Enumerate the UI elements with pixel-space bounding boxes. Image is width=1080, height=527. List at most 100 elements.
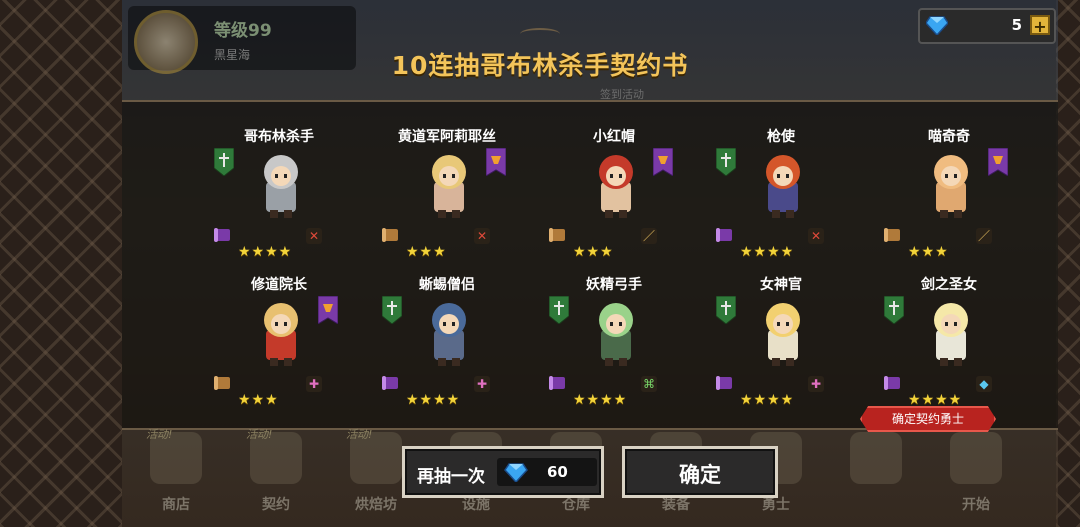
warrior-shield-icon — [549, 296, 569, 324]
warrior-shield-icon — [716, 148, 736, 176]
left-lattice-border — [0, 0, 122, 527]
mage-banner-icon — [988, 148, 1008, 176]
nav-item[interactable]: 活动! 商店 — [130, 426, 222, 527]
warrior-shield-icon — [214, 148, 234, 176]
hero-sprite — [432, 155, 466, 218]
player-name: 黑星海 — [214, 48, 251, 62]
gem-icon: ◆ — [976, 376, 992, 392]
player-level: 等级99 — [214, 21, 272, 41]
diamond-counter: 5 + — [918, 8, 1056, 44]
hero-card[interactable]: 蜥蜴僧侣 ✚ ★★★★ — [382, 274, 512, 424]
hero-card[interactable]: 修道院长 ✚ ★★★ — [214, 274, 344, 424]
brown-scroll-icon — [214, 376, 230, 390]
star-rating: ★★★★ — [908, 392, 963, 408]
title-ornament — [520, 28, 560, 40]
star-rating: ★★★★ — [406, 392, 461, 408]
sword-icon: ✕ — [474, 228, 490, 244]
warrior-shield-icon — [716, 296, 736, 324]
hero-sprite — [599, 303, 633, 366]
star-rating: ★★★★ — [573, 392, 628, 408]
purple-scroll-icon — [884, 376, 900, 390]
hero-name: 喵奇奇 — [928, 129, 970, 145]
purple-scroll-icon — [716, 228, 732, 242]
star-rating: ★★★ — [406, 244, 447, 260]
hero-name: 枪使 — [767, 129, 795, 145]
wand-icon: ／ — [641, 228, 657, 244]
hero-card[interactable]: 哥布林杀手 ✕ ★★★★ — [214, 126, 344, 276]
healer-icon: ✚ — [306, 376, 322, 392]
star-rating: ★★★★ — [238, 244, 293, 260]
hero-name: 妖精弓手 — [586, 277, 642, 293]
nav-hot-label: 活动! — [346, 428, 373, 441]
brown-scroll-icon — [884, 228, 900, 242]
hero-sprite — [599, 155, 633, 218]
add-diamond-button[interactable]: + — [1030, 15, 1050, 36]
avatar[interactable] — [134, 10, 198, 74]
hero-card[interactable]: 小红帽 ／ ★★★ — [549, 126, 679, 276]
sword-icon: ✕ — [808, 228, 824, 244]
nav-icon — [850, 432, 902, 484]
healer-icon: ✚ — [808, 376, 824, 392]
hero-name: 修道院长 — [251, 277, 307, 293]
diamond-icon — [926, 16, 948, 35]
purple-scroll-icon — [214, 228, 230, 242]
hero-sprite — [264, 155, 298, 218]
nav-item[interactable]: 开始 — [930, 426, 1022, 527]
diamond-icon — [504, 463, 528, 482]
hero-name: 蜥蜴僧侣 — [419, 277, 475, 293]
hero-sprite — [264, 303, 298, 366]
confirm-label: 确定 — [679, 463, 721, 487]
hero-card[interactable]: 剑之圣女 ◆ ★★★★ — [884, 274, 1014, 424]
hero-name: 女神官 — [760, 277, 802, 293]
mage-banner-icon — [653, 148, 673, 176]
wand-icon: ／ — [976, 228, 992, 244]
nav-label: 契约 — [262, 497, 290, 513]
hero-sprite — [934, 303, 968, 366]
star-rating: ★★★ — [908, 244, 949, 260]
hero-name: 小红帽 — [593, 129, 635, 145]
hero-name: 黄道军阿莉耶丝 — [398, 129, 496, 145]
draw-cost: 60 — [497, 458, 597, 486]
sword-icon: ✕ — [306, 228, 322, 244]
confirm-button[interactable]: 确定 — [622, 446, 778, 498]
hero-card[interactable]: 女神官 ✚ ★★★★ — [716, 274, 846, 424]
hero-sprite — [432, 303, 466, 366]
hero-card[interactable]: 枪使 ✕ ★★★★ — [716, 126, 846, 276]
draw-again-button[interactable]: 再抽一次 60 — [402, 446, 604, 498]
results-panel: 哥布林杀手 ✕ ★★★★ 黄道军阿莉耶丝 ✕ ★★★ 小红帽 ／ ★★★ 枪使 ✕ ★★★★ 喵奇奇 ／ ★… — [122, 100, 1058, 430]
warrior-shield-icon — [884, 296, 904, 324]
draw-cost-value: 60 — [547, 463, 568, 481]
bow-icon: ⌘ — [641, 376, 657, 392]
nav-item[interactable] — [830, 426, 922, 527]
nav-label: 开始 — [962, 497, 990, 513]
nav-label: 商店 — [162, 497, 190, 513]
brown-scroll-icon — [382, 228, 398, 242]
nav-hot-label: 活动! — [246, 428, 273, 441]
draw-again-label: 再抽一次 — [417, 467, 485, 487]
purple-scroll-icon — [716, 376, 732, 390]
hero-sprite — [766, 303, 800, 366]
star-rating: ★★★ — [573, 244, 614, 260]
healer-icon: ✚ — [474, 376, 490, 392]
hero-sprite — [766, 155, 800, 218]
brown-scroll-icon — [549, 228, 565, 242]
nav-item[interactable]: 活动! 契约 — [230, 426, 322, 527]
star-rating: ★★★ — [238, 392, 279, 408]
hero-name: 剑之圣女 — [921, 277, 977, 293]
mage-banner-icon — [486, 148, 506, 176]
star-rating: ★★★★ — [740, 392, 795, 408]
hero-card[interactable]: 黄道军阿莉耶丝 ✕ ★★★ — [382, 126, 512, 276]
diamond-count: 5 — [1011, 16, 1022, 34]
hero-card[interactable]: 妖精弓手 ⌘ ★★★★ — [549, 274, 679, 424]
page-title: 10连抽哥布林杀手契约书 — [391, 51, 689, 80]
mage-banner-icon — [318, 296, 338, 324]
purple-scroll-icon — [382, 376, 398, 390]
hero-card[interactable]: 喵奇奇 ／ ★★★ — [884, 126, 1014, 276]
warrior-shield-icon — [382, 296, 402, 324]
hero-name: 哥布林杀手 — [244, 129, 314, 145]
purple-scroll-icon — [549, 376, 565, 390]
nav-hot-label: 活动! — [146, 428, 173, 441]
hero-sprite — [934, 155, 968, 218]
right-lattice-border — [1056, 0, 1080, 527]
star-rating: ★★★★ — [740, 244, 795, 260]
